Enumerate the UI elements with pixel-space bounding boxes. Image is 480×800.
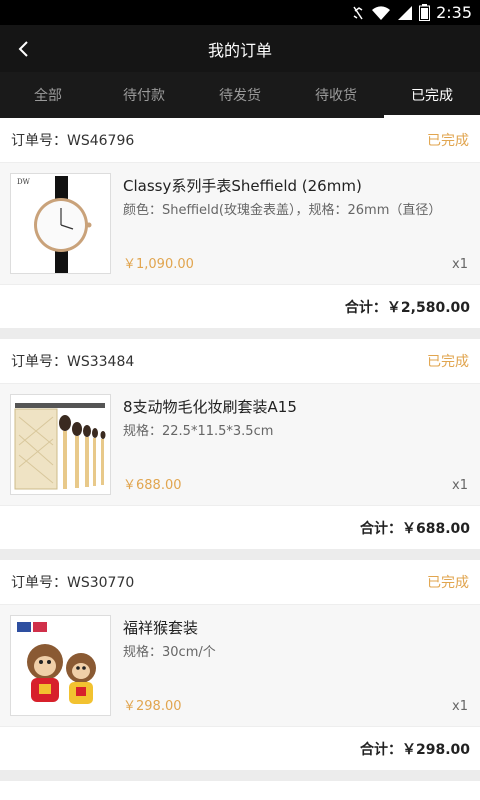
product-price: ￥688.00 [123, 478, 182, 493]
tab-pending-shipment[interactable]: 待发货 [192, 72, 288, 118]
order-total: 合计：￥2,580.00 [0, 284, 480, 328]
order-item[interactable]: 8支动物毛化妆刷套装A15 规格：22.5*11.5*3.5cm ￥688.00… [0, 384, 480, 505]
order-status: 已完成 [427, 133, 469, 149]
order-tabs: 全部 待付款 待发货 待收货 已完成 [0, 72, 480, 118]
order-total: 合计：￥688.00 [0, 505, 480, 549]
order-number: 订单号：WS46796 [11, 133, 135, 149]
product-quantity: x1 [452, 257, 468, 272]
order-number: 订单号：WS30770 [11, 575, 135, 591]
product-image-watch: DW [10, 173, 111, 274]
order-card: 订单号：WS33484 已完成 8支动物毛化妆刷套装A15 规格：22.5*11… [0, 339, 480, 549]
status-bar: 2:35 [0, 0, 480, 25]
order-header: 订单号：WS30770 已完成 [0, 560, 480, 605]
tab-all[interactable]: 全部 [0, 72, 96, 118]
svg-text:DW: DW [17, 178, 31, 186]
vibrate-icon [351, 5, 365, 21]
back-button[interactable] [8, 25, 38, 72]
product-info: Classy系列手表Sheffield (26mm) 颜色：Sheffield(… [111, 173, 470, 274]
product-price: ￥1,090.00 [123, 257, 194, 272]
product-quantity: x1 [452, 699, 468, 714]
product-quantity: x1 [452, 478, 468, 493]
product-image-brushes [10, 394, 111, 495]
product-name: Classy系列手表Sheffield (26mm) [123, 177, 362, 195]
top-bar: 我的订单 [0, 25, 480, 72]
product-name: 福祥猴套装 [123, 619, 199, 637]
product-info: 福祥猴套装 规格：30cm/个 ￥298.00 x1 [111, 615, 470, 716]
order-number: 订单号：WS33484 [11, 354, 135, 370]
order-header [0, 781, 480, 800]
order-card: 订单号：WS46796 已完成 DW Classy系列手表Sheffield (… [0, 118, 480, 328]
product-spec: 规格：30cm/个 [123, 645, 216, 660]
product-image-monkeys [10, 615, 111, 716]
order-list: 订单号：WS46796 已完成 DW Classy系列手表Sheffield (… [0, 118, 480, 800]
battery-icon [419, 4, 431, 21]
order-header: 订单号：WS46796 已完成 [0, 118, 480, 163]
product-info: 8支动物毛化妆刷套装A15 规格：22.5*11.5*3.5cm ￥688.00… [111, 394, 470, 495]
tab-pending-receipt[interactable]: 待收货 [288, 72, 384, 118]
order-total: 合计：￥298.00 [0, 726, 480, 770]
product-name: 8支动物毛化妆刷套装A15 [123, 398, 297, 416]
order-card: 订单号：WS30770 已完成 福祥猴套装 规格：30cm/个 ￥298.00 … [0, 560, 480, 770]
product-spec: 颜色：Sheffield(玫瑰金表盖），规格：26mm（直径） [123, 203, 442, 218]
order-item[interactable]: DW Classy系列手表Sheffield (26mm) 颜色：Sheffie… [0, 163, 480, 284]
order-header: 订单号：WS33484 已完成 [0, 339, 480, 384]
product-spec: 规格：22.5*11.5*3.5cm [123, 424, 274, 439]
order-card-partial [0, 781, 480, 800]
status-time: 2:35 [436, 3, 472, 22]
wifi-icon [371, 5, 391, 21]
tab-completed[interactable]: 已完成 [384, 72, 480, 118]
page-title: 我的订单 [207, 40, 272, 60]
chevron-left-icon [18, 40, 28, 57]
order-item[interactable]: 福祥猴套装 规格：30cm/个 ￥298.00 x1 [0, 605, 480, 726]
tab-pending-payment[interactable]: 待付款 [96, 72, 192, 118]
order-status: 已完成 [427, 575, 469, 591]
product-price: ￥298.00 [123, 699, 182, 714]
signal-icon [397, 5, 413, 21]
order-status: 已完成 [427, 354, 469, 370]
